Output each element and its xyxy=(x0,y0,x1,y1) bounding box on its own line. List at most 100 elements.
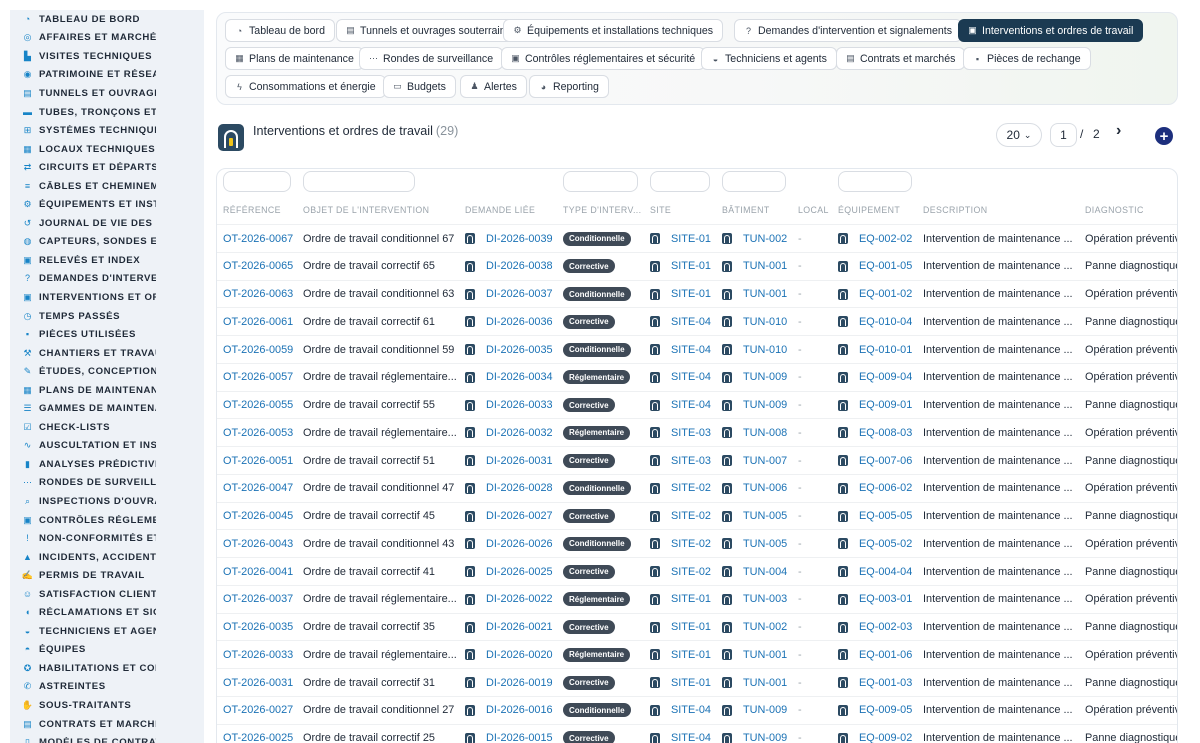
batiment-link[interactable]: TUN-002 xyxy=(743,621,787,633)
site-link[interactable]: SITE-02 xyxy=(671,538,711,550)
equipement-link[interactable]: EQ-010-04 xyxy=(859,316,912,328)
batiment-link[interactable]: TUN-006 xyxy=(743,482,787,494)
site-link[interactable]: SITE-01 xyxy=(671,621,711,633)
batiment-link[interactable]: TUN-004 xyxy=(743,566,787,578)
reference-link[interactable]: OT-2026-0025 xyxy=(223,732,293,743)
demande-link[interactable]: DI-2026-0019 xyxy=(486,677,553,689)
sidebar-item[interactable]: ▙ VISITES TECHNIQUES ET xyxy=(10,47,204,66)
site-link[interactable]: SITE-04 xyxy=(671,732,711,743)
equipement-link[interactable]: EQ-009-04 xyxy=(859,371,912,383)
equipement-link[interactable]: EQ-005-05 xyxy=(859,510,912,522)
sidebar-item[interactable]: ◒ TECHNICIENS ET AGENTS xyxy=(10,622,204,641)
equipement-link[interactable]: EQ-001-06 xyxy=(859,649,912,661)
table-row[interactable]: OT-2026-0063 Ordre de travail conditionne… xyxy=(217,281,1177,309)
reference-link[interactable]: OT-2026-0045 xyxy=(223,510,293,522)
batiment-link[interactable]: TUN-009 xyxy=(743,399,787,411)
reference-link[interactable]: OT-2026-0053 xyxy=(223,427,293,439)
filter-equipement-input[interactable] xyxy=(838,171,912,192)
table-row[interactable]: OT-2026-0027 Ordre de travail conditionne… xyxy=(217,697,1177,725)
demande-link[interactable]: DI-2026-0015 xyxy=(486,732,553,743)
reference-link[interactable]: OT-2026-0051 xyxy=(223,455,293,467)
reference-link[interactable]: OT-2026-0035 xyxy=(223,621,293,633)
reference-link[interactable]: OT-2026-0065 xyxy=(223,260,293,272)
sidebar-item[interactable]: ⋯ RONDES DE SURVEILLAN xyxy=(10,474,204,493)
table-row[interactable]: OT-2026-0045 Ordre de travail correctif 4… xyxy=(217,503,1177,531)
demande-link[interactable]: DI-2026-0020 xyxy=(486,649,553,661)
sidebar-item[interactable]: ◷ TEMPS PASSÉS xyxy=(10,307,204,326)
batiment-link[interactable]: TUN-005 xyxy=(743,538,787,550)
reference-link[interactable]: OT-2026-0067 xyxy=(223,233,293,245)
demande-link[interactable]: DI-2026-0025 xyxy=(486,566,553,578)
filter-batiment-input[interactable] xyxy=(722,171,786,192)
sidebar-item[interactable]: ! NON-CONFORMITÉS ET A xyxy=(10,529,204,548)
sidebar-item[interactable]: ▦ PLANS DE MAINTENANCE xyxy=(10,381,204,400)
batiment-link[interactable]: TUN-009 xyxy=(743,371,787,383)
site-link[interactable]: SITE-03 xyxy=(671,427,711,439)
reference-link[interactable]: OT-2026-0047 xyxy=(223,482,293,494)
sidebar-item[interactable]: ◉ PATRIMOINE ET RÉSEAUX xyxy=(10,66,204,85)
tab-8[interactable]: ◒ Techniciens et agents xyxy=(701,47,837,70)
equipement-link[interactable]: EQ-009-02 xyxy=(859,732,912,743)
reference-link[interactable]: OT-2026-0063 xyxy=(223,288,293,300)
sidebar-item[interactable]: ▬ TUBES, TRONÇONS ET ZO xyxy=(10,103,204,122)
equipement-link[interactable]: EQ-002-02 xyxy=(859,233,912,245)
equipement-link[interactable]: EQ-003-01 xyxy=(859,593,912,605)
sidebar-item[interactable]: ☑ CHECK-LISTS xyxy=(10,418,204,437)
table-row[interactable]: OT-2026-0033 Ordre de travail réglementai… xyxy=(217,641,1177,669)
demande-link[interactable]: DI-2026-0022 xyxy=(486,593,553,605)
reference-link[interactable]: OT-2026-0059 xyxy=(223,344,293,356)
site-link[interactable]: SITE-04 xyxy=(671,371,711,383)
site-link[interactable]: SITE-01 xyxy=(671,677,711,689)
equipement-link[interactable]: EQ-001-03 xyxy=(859,677,912,689)
site-link[interactable]: SITE-01 xyxy=(671,649,711,661)
table-row[interactable]: OT-2026-0067 Ordre de travail conditionne… xyxy=(217,225,1177,253)
tab-5[interactable]: ▦ Plans de maintenance xyxy=(225,47,364,70)
table-row[interactable]: OT-2026-0061 Ordre de travail correctif 6… xyxy=(217,308,1177,336)
sidebar-item[interactable]: ✍ PERMIS DE TRAVAIL xyxy=(10,566,204,585)
site-link[interactable]: SITE-04 xyxy=(671,316,711,328)
page-size-select[interactable]: 20 ⌄ xyxy=(996,123,1042,147)
demande-link[interactable]: DI-2026-0016 xyxy=(486,704,553,716)
batiment-link[interactable]: TUN-003 xyxy=(743,593,787,605)
site-link[interactable]: SITE-02 xyxy=(671,482,711,494)
sidebar-item[interactable]: ? DEMANDES D'INTERVENT xyxy=(10,270,204,289)
equipement-link[interactable]: EQ-005-02 xyxy=(859,538,912,550)
site-link[interactable]: SITE-02 xyxy=(671,510,711,522)
reference-link[interactable]: OT-2026-0027 xyxy=(223,704,293,716)
sidebar-item[interactable]: ▯ MODÈLES DE CONTRATS xyxy=(10,733,204,743)
sidebar-item[interactable]: ✆ ASTREINTES xyxy=(10,678,204,697)
site-link[interactable]: SITE-01 xyxy=(671,260,711,272)
batiment-link[interactable]: TUN-008 xyxy=(743,427,787,439)
sidebar-item[interactable]: ⊞ SYSTÈMES TECHNIQUES xyxy=(10,121,204,140)
sidebar-item[interactable]: ◓ ÉQUIPES xyxy=(10,641,204,660)
equipement-link[interactable]: EQ-001-05 xyxy=(859,260,912,272)
site-link[interactable]: SITE-02 xyxy=(671,566,711,578)
sidebar-item[interactable]: ✋ SOUS-TRAITANTS xyxy=(10,696,204,715)
tab-1[interactable]: ▤ Tunnels et ouvrages souterrains xyxy=(336,19,521,42)
site-link[interactable]: SITE-04 xyxy=(671,704,711,716)
batiment-link[interactable]: TUN-009 xyxy=(743,704,787,716)
demande-link[interactable]: DI-2026-0021 xyxy=(486,621,553,633)
tab-13[interactable]: ♟ Alertes xyxy=(460,75,527,98)
site-link[interactable]: SITE-04 xyxy=(671,344,711,356)
table-row[interactable]: OT-2026-0057 Ordre de travail réglementai… xyxy=(217,364,1177,392)
add-button[interactable]: + xyxy=(1155,127,1173,145)
sidebar-item[interactable]: ✪ HABILITATIONS ET COMP xyxy=(10,659,204,678)
equipement-link[interactable]: EQ-008-03 xyxy=(859,427,912,439)
batiment-link[interactable]: TUN-009 xyxy=(743,732,787,743)
tab-6[interactable]: ⋯ Rondes de surveillance xyxy=(359,47,504,70)
sidebar-item[interactable]: ▣ CONTRÔLES RÉGLEMENT xyxy=(10,511,204,530)
demande-link[interactable]: DI-2026-0027 xyxy=(486,510,553,522)
sidebar-item[interactable]: ◎ AFFAIRES ET MARCHÉS xyxy=(10,29,204,48)
equipement-link[interactable]: EQ-004-04 xyxy=(859,566,912,578)
tab-12[interactable]: ▭ Budgets xyxy=(383,75,456,98)
filter-objet-input[interactable] xyxy=(303,171,415,192)
table-row[interactable]: OT-2026-0043 Ordre de travail conditionne… xyxy=(217,530,1177,558)
tab-14[interactable]: ◕ Reporting xyxy=(529,75,609,98)
batiment-link[interactable]: TUN-010 xyxy=(743,344,787,356)
next-page-icon[interactable]: › xyxy=(1116,122,1121,140)
sidebar-item[interactable]: ≡ CÂBLES ET CHEMINEMENT xyxy=(10,177,204,196)
sidebar-item[interactable]: ∿ AUSCULTATION ET INSTR xyxy=(10,437,204,456)
sidebar-item[interactable]: ⌕ INSPECTIONS D'OUVRAG xyxy=(10,492,204,511)
filter-site-input[interactable] xyxy=(650,171,710,192)
